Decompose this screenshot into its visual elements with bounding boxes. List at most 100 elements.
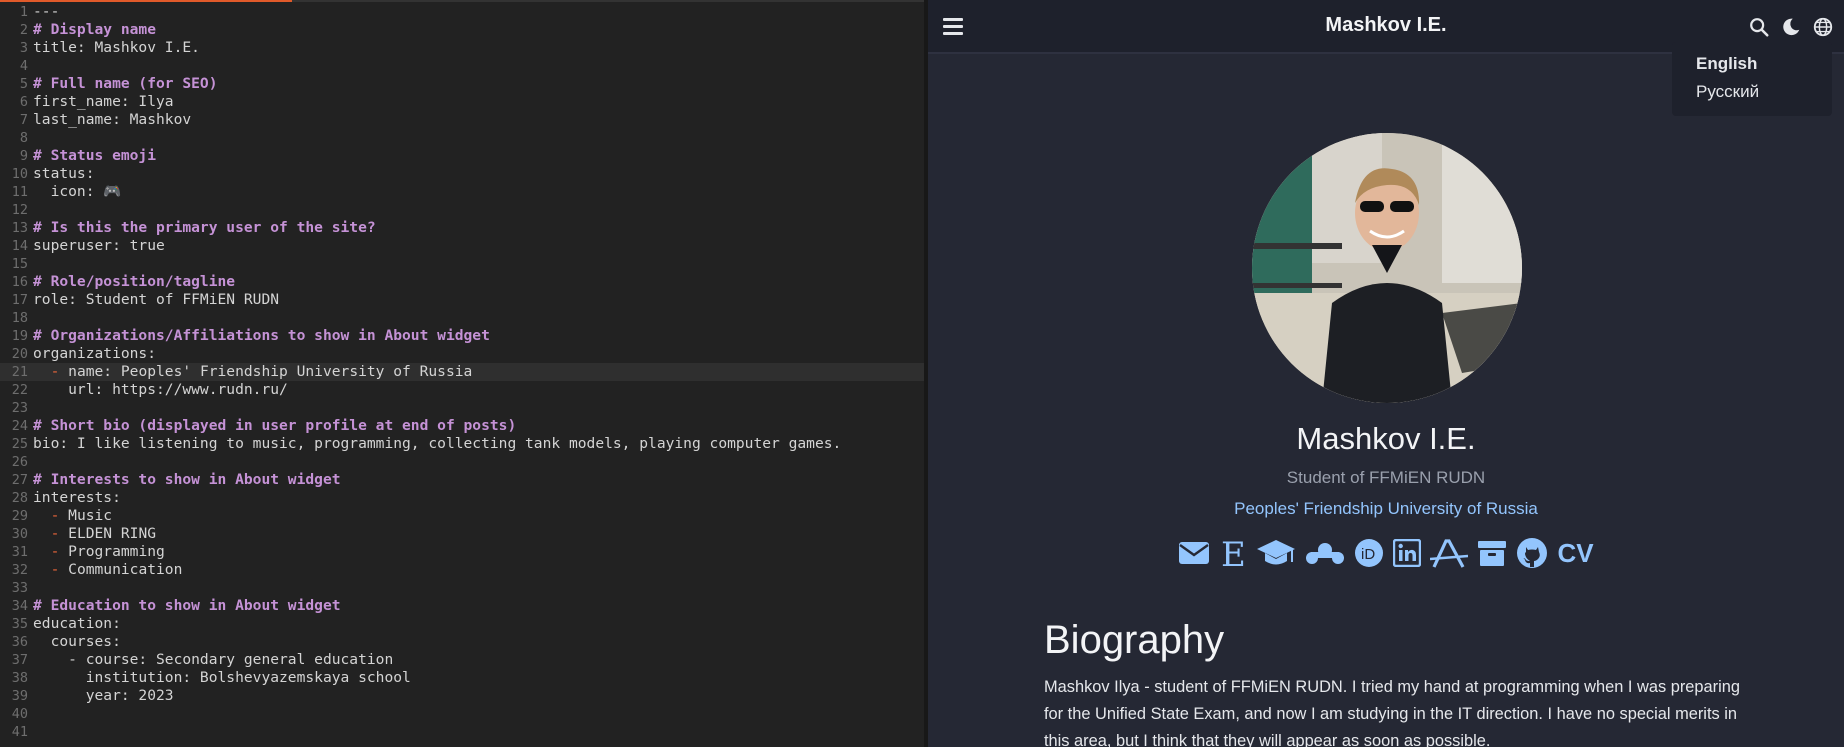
code-line[interactable]: 40 [0, 705, 924, 723]
code-list-item: - Programming [29, 543, 165, 561]
code-list-item: - Communication [29, 561, 183, 579]
code-line[interactable]: 24 # Short bio (displayed in user profile… [0, 417, 924, 435]
line-number: 30 [11, 526, 28, 542]
code-line[interactable]: 17 role: Student of FFMiEN RUDN [0, 291, 924, 309]
cv-link[interactable]: CV [1557, 536, 1593, 570]
list-dash: - [50, 525, 69, 542]
line-number: 36 [11, 634, 28, 650]
code-line[interactable]: 7 last_name: Mashkov [0, 111, 924, 129]
code-line[interactable]: 8 [0, 129, 924, 147]
site-title-link[interactable]: Mashkov I.E. [1325, 14, 1446, 36]
line-number: 11 [11, 184, 28, 200]
line-number: 5 [19, 76, 28, 92]
code-line[interactable]: 33 [0, 579, 924, 597]
code-comment: # Full name (for SEO) [33, 75, 218, 92]
moon-icon[interactable] [1780, 16, 1802, 38]
code-line[interactable]: 32 - Communication [0, 561, 924, 579]
list-dash: - [50, 363, 69, 380]
line-number: 18 [11, 310, 28, 326]
code-line[interactable]: 37 - course: Secondary general education [0, 651, 924, 669]
line-number: 8 [19, 130, 28, 146]
code-comment: # Short bio (displayed in user profile a… [33, 417, 517, 434]
line-number: 19 [11, 328, 28, 344]
code-line[interactable]: 29 - Music [0, 507, 924, 525]
code-line[interactable]: 4 [0, 57, 924, 75]
active-tab-indicator [0, 0, 292, 2]
code-line[interactable]: 38 institution: Bolshevyazemskaya school [0, 669, 924, 687]
orcid-icon[interactable]: iD [1354, 536, 1384, 570]
code-line[interactable]: 23 [0, 399, 924, 417]
code-line[interactable]: 36 courses: [0, 633, 924, 651]
code-line[interactable]: 12 [0, 201, 924, 219]
code-editor[interactable]: 1 --- 2 # Display name 3 title: Mashkov I.E. 4… [0, 0, 924, 747]
code-text: bio: I like listening to music, programm… [33, 435, 842, 452]
code-line[interactable]: 9 # Status emoji [0, 147, 924, 165]
menu-icon[interactable] [943, 18, 963, 36]
code-line[interactable]: 27 # Interests to show in About widget [0, 471, 924, 489]
line-number: 20 [11, 346, 28, 362]
navbar-icons [1748, 16, 1834, 38]
code-line[interactable]: 39 year: 2023 [0, 687, 924, 705]
code-line-current[interactable]: 21 - name: Peoples' Friendship Universit… [0, 363, 924, 381]
elibrary-icon[interactable]: E [1219, 536, 1247, 570]
graduation-cap-icon[interactable] [1256, 536, 1296, 570]
envelope-icon[interactable] [1178, 536, 1210, 570]
code-line[interactable]: 25 bio: I like listening to music, progra… [0, 435, 924, 453]
code-line[interactable]: 16 # Role/position/tagline [0, 273, 924, 291]
code-line[interactable]: 30 - ELDEN RING [0, 525, 924, 543]
line-number: 38 [11, 670, 28, 686]
code-line[interactable]: 15 [0, 255, 924, 273]
code-line[interactable]: 10 status: [0, 165, 924, 183]
code-line[interactable]: 41 [0, 723, 924, 741]
line-number: 26 [11, 454, 28, 470]
code-text: status: [33, 165, 95, 182]
line-number: 4 [19, 58, 28, 74]
cv-label: CV [1557, 537, 1594, 568]
line-number: 28 [11, 490, 28, 506]
line-number: 17 [11, 292, 28, 308]
language-option-english[interactable]: English [1696, 54, 1832, 82]
code-line[interactable]: 22 url: https://www.rudn.ru/ [0, 381, 924, 399]
code-text: title: Mashkov I.E. [33, 39, 200, 56]
code-line[interactable]: 3 title: Mashkov I.E. [0, 39, 924, 57]
list-item-text: ELDEN RING [68, 525, 157, 542]
code-text: interests: [33, 489, 121, 506]
code-line[interactable]: 34 # Education to show in About widget [0, 597, 924, 615]
code-line[interactable]: 6 first_name: Ilya [0, 93, 924, 111]
code-line[interactable]: 19 # Organizations/Affiliations to show i… [0, 327, 924, 345]
code-line[interactable]: 31 - Programming [0, 543, 924, 561]
code-line[interactable]: 11 icon: 🎮 [0, 183, 924, 201]
code-line[interactable]: 5 # Full name (for SEO) [0, 75, 924, 93]
mendeley-icon[interactable] [1305, 536, 1345, 570]
line-number: 22 [11, 382, 28, 398]
code-line[interactable]: 13 # Is this the primary user of the site… [0, 219, 924, 237]
line-number: 31 [11, 544, 28, 560]
code-line[interactable]: 28 interests: [0, 489, 924, 507]
github-icon[interactable] [1516, 536, 1548, 570]
code-line[interactable]: 2 # Display name [0, 21, 924, 39]
code-line[interactable]: 35 education: [0, 615, 924, 633]
code-line[interactable]: 1 --- [0, 3, 924, 21]
line-number: 6 [19, 94, 28, 110]
code-line[interactable]: 26 [0, 453, 924, 471]
code-comment: # Education to show in About widget [33, 597, 341, 614]
arxiv-icon[interactable] [1430, 536, 1469, 570]
search-icon[interactable] [1748, 16, 1770, 38]
linkedin-icon[interactable] [1393, 536, 1422, 570]
svg-text:E: E [1221, 536, 1246, 570]
language-option-russian[interactable]: Русский [1696, 82, 1832, 110]
code-area[interactable]: 1 --- 2 # Display name 3 title: Mashkov I.E. 4… [0, 3, 924, 741]
globe-icon[interactable] [1812, 16, 1834, 38]
code-line[interactable]: 18 [0, 309, 924, 327]
archive-icon[interactable] [1477, 536, 1507, 570]
code-line[interactable]: 20 organizations: [0, 345, 924, 363]
code-line[interactable]: 14 superuser: true [0, 237, 924, 255]
profile-organization-link[interactable]: Peoples' Friendship University of Russia [928, 499, 1844, 519]
line-number: 25 [11, 436, 28, 452]
line-number: 7 [19, 112, 28, 128]
line-number: 34 [11, 598, 28, 614]
svg-text:iD: iD [1361, 546, 1375, 563]
